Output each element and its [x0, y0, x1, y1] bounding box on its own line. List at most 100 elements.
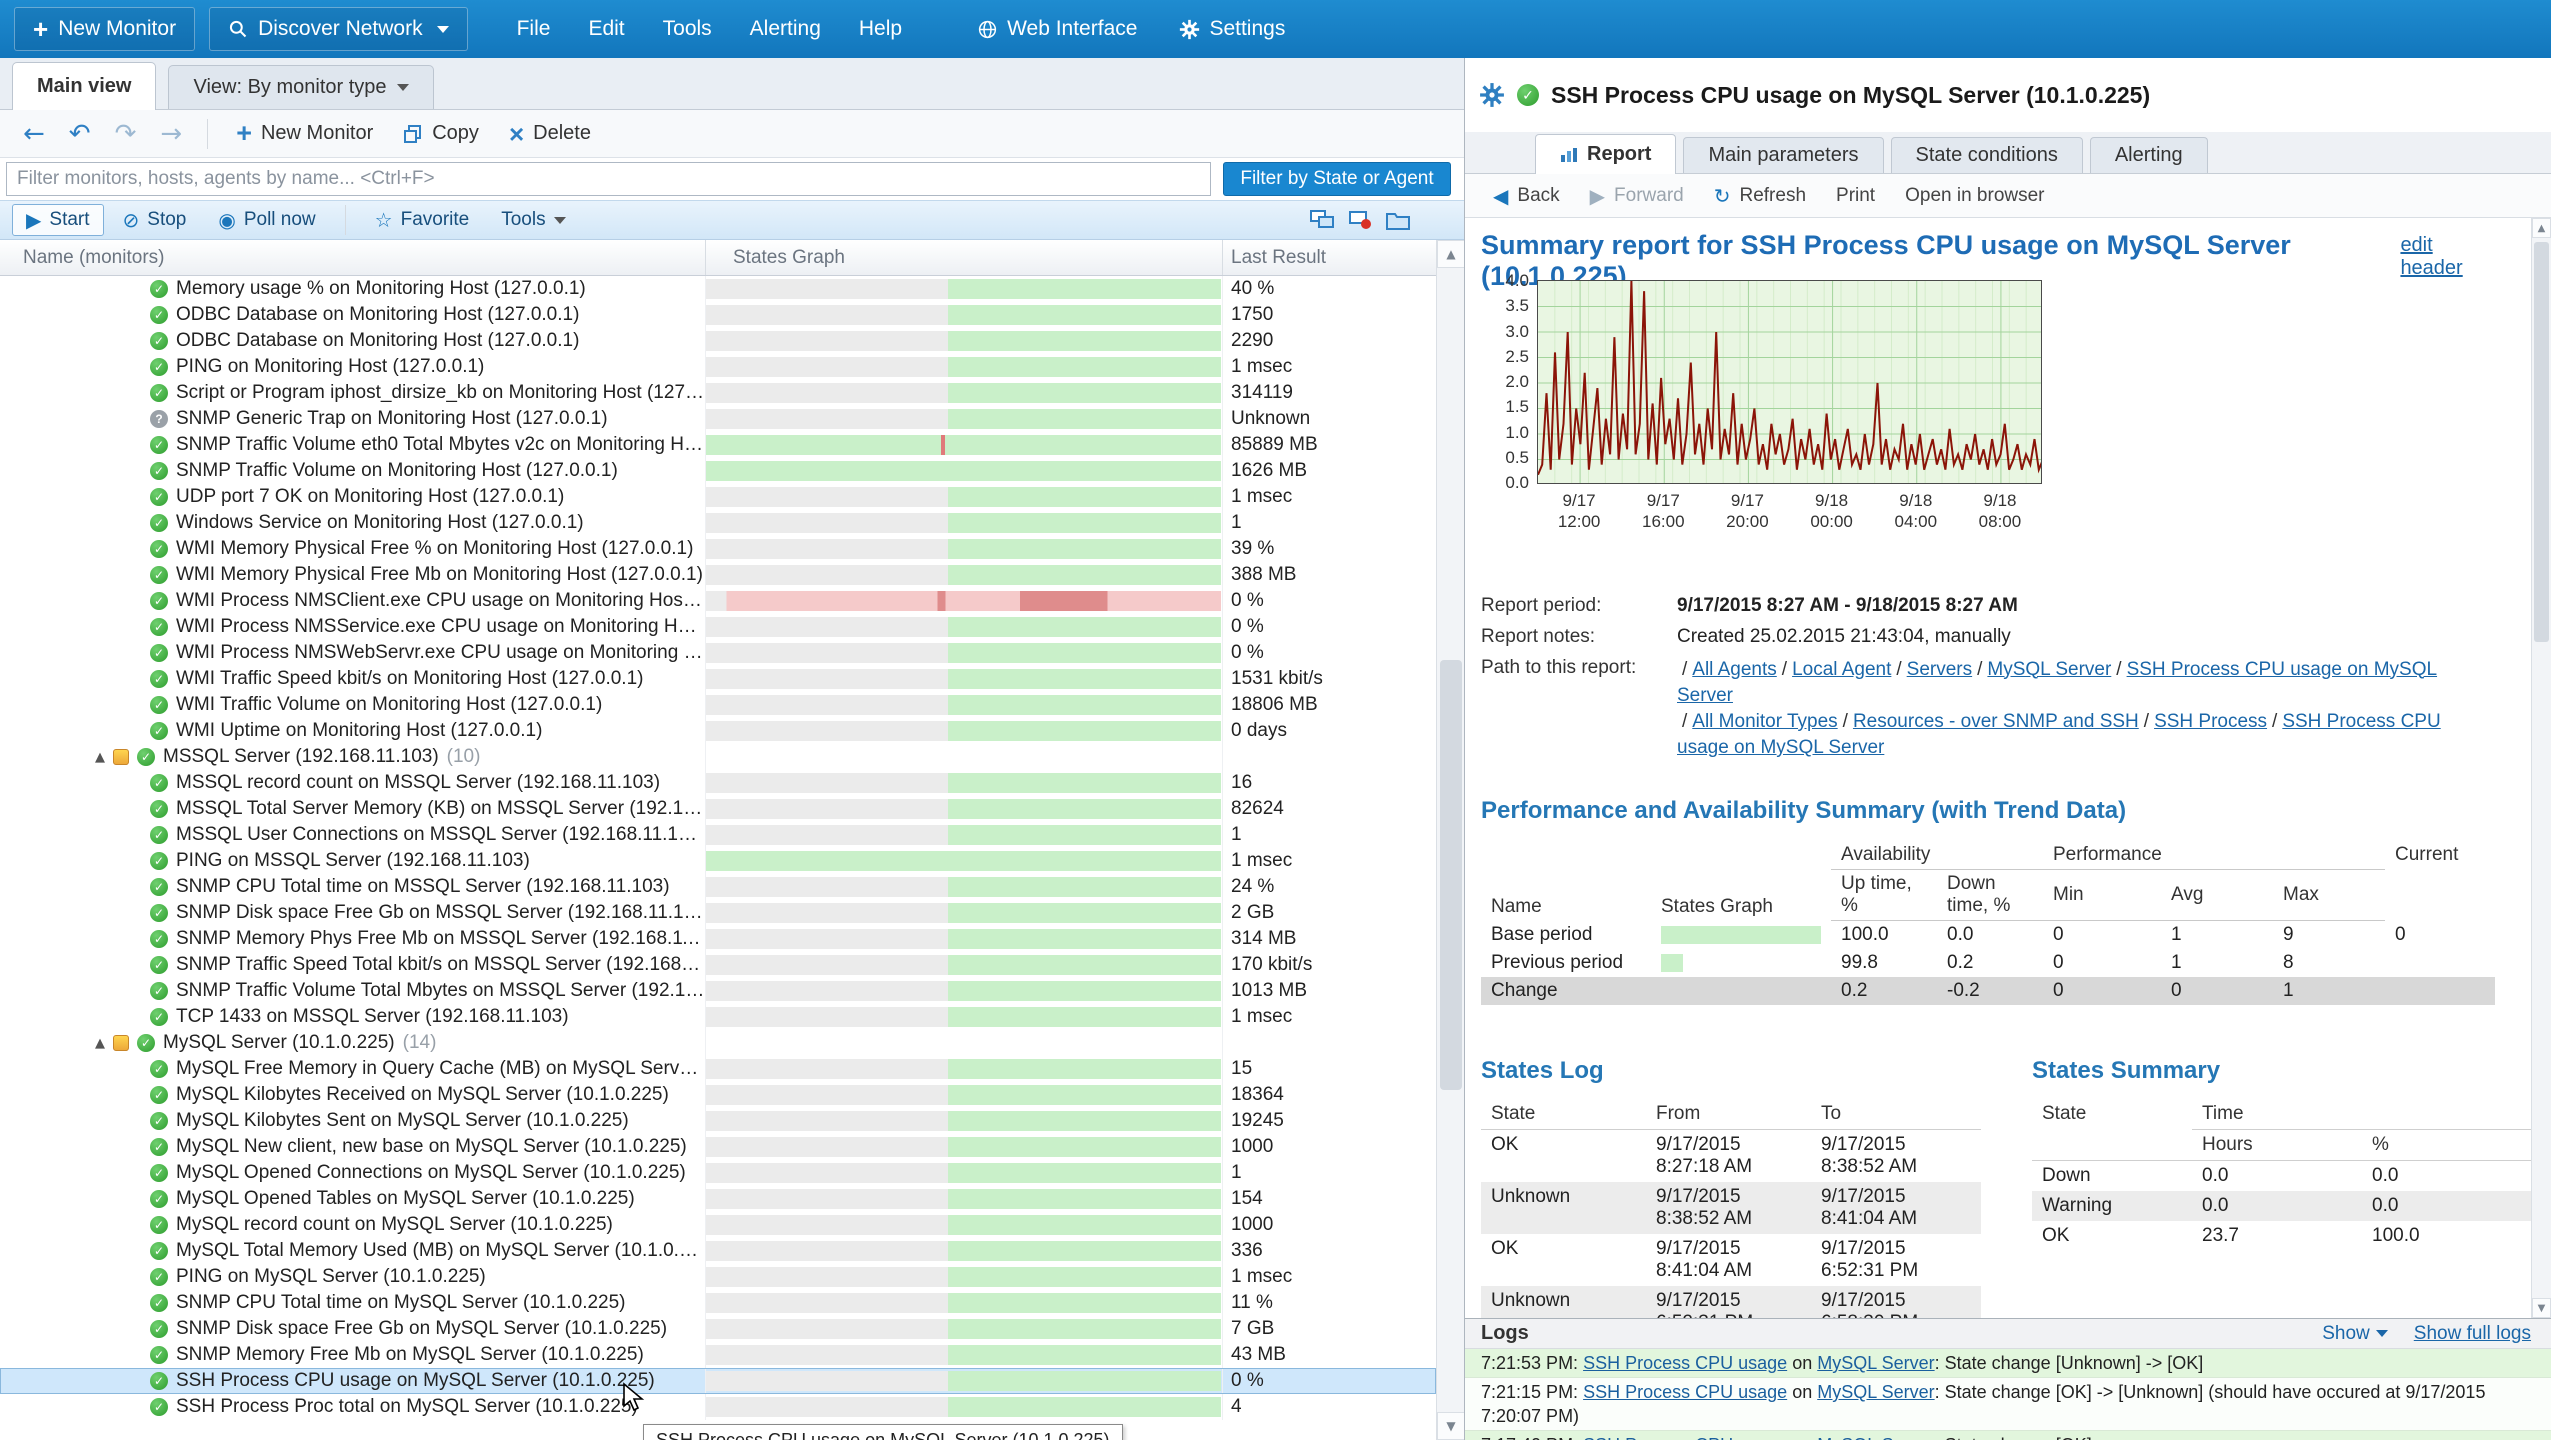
- print-button[interactable]: Print: [1836, 185, 1875, 207]
- scroll-up-icon[interactable]: ▲: [1437, 240, 1464, 268]
- edit-header-link[interactable]: edit header: [2400, 234, 2496, 280]
- table-row[interactable]: ▲ WMI Process NMSService.exe CPU usage o…: [0, 614, 1436, 640]
- menu-help[interactable]: Help: [840, 0, 921, 58]
- table-row[interactable]: ▲ MySQL New client, new base on MySQL Se…: [0, 1134, 1436, 1160]
- tab-main-parameters[interactable]: Main parameters: [1683, 137, 1883, 173]
- table-row[interactable]: ▲ WMI Process NMSWebServr.exe CPU usage …: [0, 640, 1436, 666]
- web-interface-button[interactable]: Web Interface: [961, 0, 1153, 58]
- table-row[interactable]: ▲ PING on MySQL Server (10.1.0.225) 1 ms…: [0, 1264, 1436, 1290]
- tab-main-view[interactable]: Main view: [12, 62, 156, 110]
- redo-arrow-icon[interactable]: ↷: [106, 119, 146, 149]
- table-row[interactable]: ▲ SSH Process CPU usage on MySQL Server …: [0, 1368, 1436, 1394]
- table-row[interactable]: ▲ WMI Traffic Speed kbit/s on Monitoring…: [0, 666, 1436, 692]
- log-host-link[interactable]: MySQL Server: [1817, 1435, 1934, 1440]
- column-header-name[interactable]: Name (monitors): [0, 247, 705, 269]
- log-host-link[interactable]: MySQL Server: [1817, 1382, 1934, 1402]
- expand-arrow-icon[interactable]: ▲: [95, 1036, 105, 1051]
- table-row[interactable]: ▲ SNMP CPU Total time on MySQL Server (1…: [0, 1290, 1436, 1316]
- copy-button[interactable]: Copy: [391, 122, 491, 145]
- tab-alerting[interactable]: Alerting: [2090, 137, 2208, 173]
- table-row[interactable]: ▲ ODBC Database on Monitoring Host (127.…: [0, 302, 1436, 328]
- scroll-up-icon[interactable]: ▲: [2532, 218, 2551, 238]
- table-row[interactable]: ▲ PING on MSSQL Server (192.168.11.103) …: [0, 848, 1436, 874]
- stop-button[interactable]: ⊘ Stop: [110, 205, 200, 235]
- table-row[interactable]: ▲ WMI Traffic Volume on Monitoring Host …: [0, 692, 1436, 718]
- start-button[interactable]: ▶ Start: [12, 204, 104, 236]
- favorite-button[interactable]: ☆ Favorite: [362, 205, 483, 235]
- path-link[interactable]: SSH Process: [2154, 711, 2267, 732]
- menu-alerting[interactable]: Alerting: [731, 0, 840, 58]
- poll-now-button[interactable]: ◉ Poll now: [205, 205, 328, 235]
- table-row[interactable]: ▲ SNMP Disk space Free Gb on MySQL Serve…: [0, 1316, 1436, 1342]
- filter-by-state-button[interactable]: Filter by State or Agent: [1223, 162, 1451, 196]
- log-monitor-link[interactable]: SSH Process CPU usage: [1583, 1435, 1787, 1440]
- table-row[interactable]: ▲ MSSQL Server (192.168.11.103) (10): [0, 744, 1436, 770]
- settings-button[interactable]: Settings: [1163, 0, 1301, 58]
- path-link[interactable]: All Monitor Types: [1692, 711, 1837, 732]
- table-row[interactable]: ▲ PING on Monitoring Host (127.0.0.1) 1 …: [0, 354, 1436, 380]
- table-row[interactable]: ▲ SNMP Memory Free Mb on MySQL Server (1…: [0, 1342, 1436, 1368]
- menu-edit[interactable]: Edit: [569, 0, 643, 58]
- network-agent-icon[interactable]: [1348, 210, 1372, 230]
- tab-view-by-monitor-type[interactable]: View: By monitor type: [168, 65, 433, 109]
- table-row[interactable]: ▲ MySQL Kilobytes Sent on MySQL Server (…: [0, 1108, 1436, 1134]
- table-row[interactable]: ▲ MySQL Free Memory in Query Cache (MB) …: [0, 1056, 1436, 1082]
- tab-report[interactable]: Report: [1535, 134, 1676, 174]
- refresh-button[interactable]: ↻ Refresh: [1714, 184, 1806, 208]
- path-link[interactable]: Servers: [1907, 659, 1972, 680]
- scrollbar-thumb[interactable]: [2534, 242, 2549, 642]
- show-full-logs-link[interactable]: Show full logs: [2414, 1323, 2531, 1345]
- show-dropdown[interactable]: Show: [2322, 1323, 2388, 1345]
- computers-icon[interactable]: [1310, 210, 1334, 230]
- table-row[interactable]: ▲ WMI Memory Physical Free Mb on Monitor…: [0, 562, 1436, 588]
- table-row[interactable]: ▲ MSSQL User Connections on MSSQL Server…: [0, 822, 1436, 848]
- table-row[interactable]: ▲ SNMP CPU Total time on MSSQL Server (1…: [0, 874, 1436, 900]
- left-scrollbar[interactable]: ▲ ▼: [1436, 240, 1464, 1440]
- scroll-down-icon[interactable]: ▼: [2532, 1298, 2551, 1318]
- table-row[interactable]: ▲ UDP port 7 OK on Monitoring Host (127.…: [0, 484, 1436, 510]
- log-entry[interactable]: 7:21:15 PM: SSH Process CPU usage on MyS…: [1465, 1378, 2551, 1431]
- table-row[interactable]: ▲ Memory usage % on Monitoring Host (127…: [0, 276, 1436, 302]
- undo-arrow-icon[interactable]: ↶: [60, 119, 100, 149]
- table-row[interactable]: ▲ SSH Process Proc total on MySQL Server…: [0, 1394, 1436, 1420]
- menu-file[interactable]: File: [498, 0, 570, 58]
- back-button[interactable]: ◀ Back: [1493, 184, 1560, 208]
- table-row[interactable]: ▲ SNMP Traffic Speed Total kbit/s on MSS…: [0, 952, 1436, 978]
- table-row[interactable]: ▲ ODBC Database on Monitoring Host (127.…: [0, 328, 1436, 354]
- folder-icon[interactable]: [1386, 210, 1410, 230]
- path-link[interactable]: Resources - over SNMP and SSH: [1853, 711, 2139, 732]
- column-header-states-graph[interactable]: States Graph: [705, 240, 1222, 275]
- forward-arrow-icon[interactable]: →: [151, 119, 191, 149]
- table-row[interactable]: ▲ SNMP Memory Phys Free Mb on MSSQL Serv…: [0, 926, 1436, 952]
- table-row[interactable]: ▲ SNMP Traffic Volume on Monitoring Host…: [0, 458, 1436, 484]
- table-row[interactable]: ▲ WMI Uptime on Monitoring Host (127.0.0…: [0, 718, 1436, 744]
- column-header-last-result[interactable]: Last Result: [1222, 240, 1464, 275]
- table-row[interactable]: ▲ WMI Memory Physical Free % on Monitori…: [0, 536, 1436, 562]
- filter-input[interactable]: [6, 162, 1211, 196]
- table-row[interactable]: ▲ MySQL Total Memory Used (MB) on MySQL …: [0, 1238, 1436, 1264]
- tools-dropdown[interactable]: Tools: [488, 206, 578, 234]
- new-monitor-button[interactable]: + New Monitor: [224, 120, 385, 147]
- expand-arrow-icon[interactable]: ▲: [95, 750, 105, 765]
- table-row[interactable]: ▲ MSSQL record count on MSSQL Server (19…: [0, 770, 1436, 796]
- scroll-down-icon[interactable]: ▼: [1437, 1412, 1464, 1440]
- path-link[interactable]: Local Agent: [1792, 659, 1891, 680]
- path-link[interactable]: All Agents: [1692, 659, 1777, 680]
- discover-network-button[interactable]: Discover Network: [209, 7, 468, 51]
- scrollbar-thumb[interactable]: [1440, 660, 1462, 1090]
- table-row[interactable]: ▲ MySQL Kilobytes Received on MySQL Serv…: [0, 1082, 1436, 1108]
- table-row[interactable]: ▲ MySQL Opened Tables on MySQL Server (1…: [0, 1186, 1436, 1212]
- forward-button[interactable]: ▶ Forward: [1590, 184, 1684, 208]
- table-row[interactable]: ▲ SNMP Traffic Volume Total Mbytes on MS…: [0, 978, 1436, 1004]
- log-entry[interactable]: 7:17:40 PM: SSH Process CPU usage on MyS…: [1465, 1431, 2551, 1440]
- table-row[interactable]: ▲ MySQL Server (10.1.0.225) (14): [0, 1030, 1436, 1056]
- open-in-browser-button[interactable]: Open in browser: [1905, 185, 2044, 207]
- delete-button[interactable]: × Delete: [497, 121, 603, 147]
- table-row[interactable]: ▲ MSSQL Total Server Memory (KB) on MSSQ…: [0, 796, 1436, 822]
- new-monitor-top-button[interactable]: + New Monitor: [14, 7, 195, 51]
- table-row[interactable]: ▲ Windows Service on Monitoring Host (12…: [0, 510, 1436, 536]
- table-row[interactable]: ▲ SNMP Disk space Free Gb on MSSQL Serve…: [0, 900, 1436, 926]
- log-monitor-link[interactable]: SSH Process CPU usage: [1583, 1353, 1787, 1373]
- path-link[interactable]: MySQL Server: [1987, 659, 2111, 680]
- table-row[interactable]: ▲ WMI Process NMSClient.exe CPU usage on…: [0, 588, 1436, 614]
